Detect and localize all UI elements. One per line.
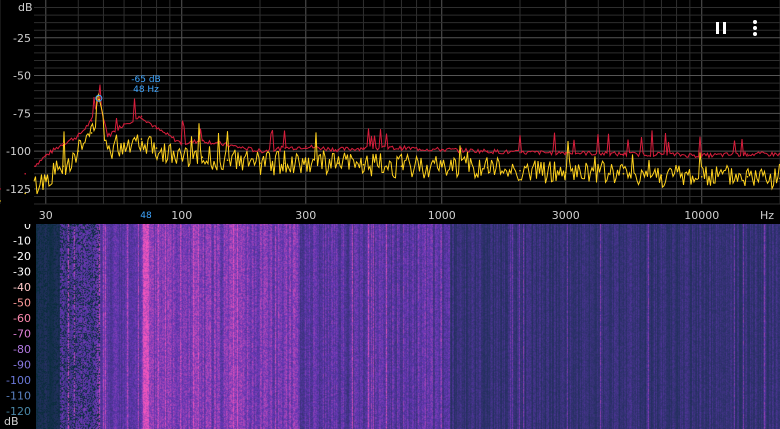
peak-hold-point [77, 135, 80, 137]
db-tick-label: -125 [6, 183, 31, 196]
peak-hold-point [140, 115, 143, 118]
spectrogram-db-tick: -110 [6, 390, 31, 403]
freq-tick-label: 300 [295, 209, 316, 222]
peak-hold-point [180, 142, 183, 145]
live-point [700, 176, 703, 178]
spectrogram-db-axis: 0-10-20-30-40-50-60-70-80-90-100-110-120… [4, 224, 31, 428]
live-point [284, 162, 286, 164]
live-point [304, 160, 307, 163]
spectrum-grid [0, 0, 780, 205]
live-point [98, 98, 100, 101]
peak-freq-marker: 48 [140, 211, 152, 221]
peak-hold-point [564, 151, 567, 154]
spectrogram-db-tick: 0 [24, 224, 31, 232]
live-point [180, 157, 183, 160]
live-point [44, 177, 47, 180]
peak-hold-point [622, 153, 625, 155]
peak-hold-point [284, 147, 286, 149]
live-point [155, 147, 158, 149]
freq-tick-label: 100 [171, 209, 192, 222]
peak-hold-point [440, 148, 443, 151]
peak-hold-point [660, 153, 663, 155]
live-point [62, 165, 64, 168]
peak-hold-point [107, 135, 109, 137]
live-point [486, 166, 489, 169]
live-point [337, 162, 340, 164]
live-point [519, 169, 521, 172]
live-point [0, 200, 1, 202]
live-point [226, 159, 229, 161]
peak-level: -65 dB [131, 75, 161, 85]
live-point [107, 147, 109, 149]
live-point [622, 172, 625, 175]
peak-hold-point [24, 172, 26, 175]
live-point [90, 132, 93, 134]
peak-hold-point [700, 154, 703, 157]
spectrogram-db-tick: -20 [13, 250, 31, 263]
spectrogram-db-tick: -100 [6, 374, 31, 387]
peak-hold-point [201, 139, 204, 142]
spectrogram-db-tick: -80 [13, 343, 31, 356]
live-point [564, 171, 567, 174]
peak-hold-point [44, 154, 47, 157]
db-tick-label: -100 [6, 145, 31, 158]
live-point [660, 174, 663, 177]
peak-hold-point [519, 151, 521, 154]
spectrogram-db-tick: -10 [13, 235, 31, 248]
hz-unit-label: Hz [760, 209, 774, 222]
peak-hold-line [33, 84, 780, 167]
peak-hold-point [123, 123, 125, 125]
spectrogram-db-tick: -50 [13, 297, 31, 310]
live-point [123, 142, 125, 145]
live-point [362, 163, 365, 166]
freq-tick-label: 10000 [684, 209, 719, 222]
spectrogram-db-tick: -30 [13, 266, 31, 279]
freq-tick-label: 3000 [552, 209, 580, 222]
db-tick-label: -75 [13, 107, 31, 120]
spectrogram-db-tick: -70 [13, 328, 31, 341]
live-point [440, 165, 443, 168]
peak-hold-point [98, 97, 100, 100]
live-point [400, 165, 403, 168]
pause-button[interactable] [709, 16, 733, 40]
live-point [24, 192, 26, 195]
live-point [140, 138, 143, 140]
peak-hold-point [155, 127, 158, 130]
peak-hold-point [337, 148, 340, 151]
spectrum-chart[interactable]: -25-50-75-100-125 30 100 300 1000 3000 10000 … [0, 0, 780, 224]
peak-hold-point [746, 153, 749, 155]
spectrogram-db-tick: -40 [13, 281, 31, 294]
spectrogram-db-tick: -60 [13, 312, 31, 325]
peak-hold-point [259, 150, 261, 152]
spectrogram-db-unit: dB [4, 415, 19, 428]
spectrogram-db-tick: -90 [13, 359, 31, 372]
live-point [259, 162, 261, 164]
live-point [77, 150, 80, 152]
live-point [746, 176, 749, 178]
peak-hold-point [90, 120, 93, 122]
db-tick-label: -50 [13, 70, 31, 83]
db-unit-label: dB [18, 1, 33, 14]
peak-hold-point [362, 147, 365, 149]
live-point [201, 156, 204, 158]
db-axis: -25 -50 -75 -100 -125 [6, 32, 31, 196]
live-spectrum-line [33, 92, 780, 195]
peak-frequency: 48 Hz [133, 85, 159, 95]
peak-hold-point [226, 144, 229, 146]
peak-hold-point [0, 188, 1, 190]
spectrogram[interactable] [36, 224, 780, 429]
db-tick-label: -25 [13, 32, 31, 45]
peak-readout: -65 dB 48 Hz [126, 75, 166, 95]
peak-hold-point [62, 142, 64, 145]
peak-hold-point [486, 150, 489, 152]
pause-icon [716, 22, 726, 34]
more-vert-icon [753, 20, 757, 36]
freq-tick-label: 1000 [428, 209, 456, 222]
spectrum-analyzer: -25 -50 -75 -100 -125 30 100 300 1000 3000 10000 … [0, 0, 780, 429]
overflow-menu-button[interactable] [743, 16, 767, 40]
peak-hold-point [304, 145, 307, 148]
freq-tick-label: 30 [39, 209, 53, 222]
peak-hold-point [400, 147, 403, 149]
